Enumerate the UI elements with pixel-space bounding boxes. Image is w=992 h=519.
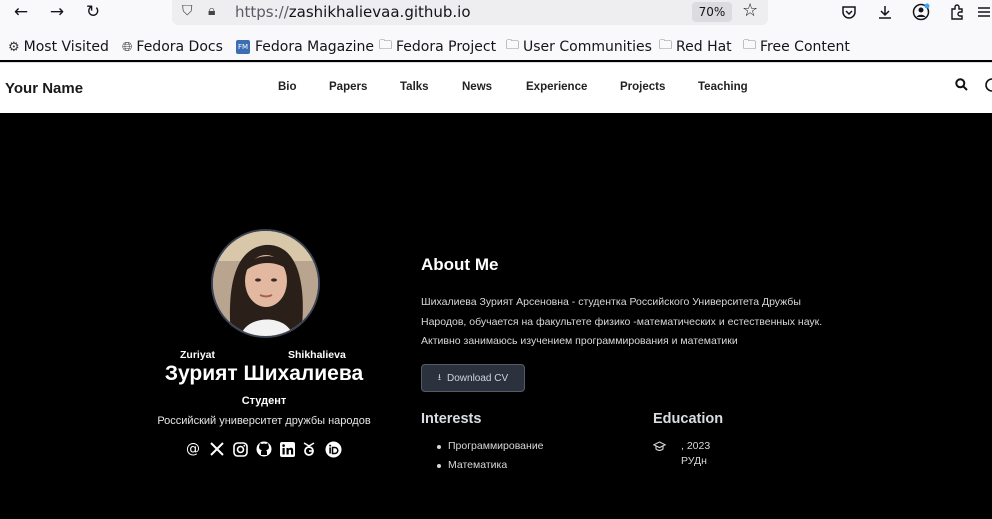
back-arrow-icon[interactable]: ← xyxy=(8,0,34,24)
download-cv-label: Download CV xyxy=(447,372,509,384)
folder-icon: 🗀 xyxy=(506,38,520,53)
interests-heading: Interests xyxy=(421,411,482,427)
nav-item-talks[interactable]: Talks xyxy=(400,81,429,93)
nav-item-bio[interactable]: Bio xyxy=(278,81,297,93)
bookmark-fedora-project[interactable]: 🗀 Fedora Project xyxy=(379,38,496,56)
shield-icon[interactable]: ⛉ xyxy=(182,3,193,19)
bio-line: Активно занимаюсь изучением программиров… xyxy=(421,335,738,347)
interest-item: Математика xyxy=(436,459,508,471)
browser-toolbar: ← → ↻ ⛉ 🔒︎ https://zashikhalievaa.github… xyxy=(0,0,992,26)
nav-item-projects[interactable]: Projects xyxy=(620,81,665,93)
folder-icon: 🗀 xyxy=(659,38,673,53)
nav-item-news[interactable]: News xyxy=(462,81,492,93)
url-host: zashikhalievaa.github.io xyxy=(288,3,471,21)
bookmark-label: Fedora Docs xyxy=(136,39,223,55)
globe-icon: 🌐︎ xyxy=(122,39,133,55)
last-name-latin: Shikhalieva xyxy=(288,349,346,361)
address-bar[interactable]: ⛉ 🔒︎ https://zashikhalievaa.github.io 70… xyxy=(172,0,768,25)
bookmark-fedora-magazine[interactable]: FM Fedora Magazine xyxy=(236,38,374,56)
forward-arrow-icon[interactable]: → xyxy=(44,0,70,24)
bookmarks-bar: ⚙ Most Visited 🌐︎ Fedora Docs FM Fedora Mag… xyxy=(0,34,992,60)
profile-organization: Российский университет дружбы народов xyxy=(157,415,371,427)
site-brand[interactable]: Your Name xyxy=(5,80,83,97)
bio-line: Народов, обучается на факультете физико … xyxy=(421,315,823,328)
bookmark-label: Free Content xyxy=(760,39,850,55)
site-navbar: Your Name Bio Papers Talks News Experien… xyxy=(0,63,992,113)
nav-item-papers[interactable]: Papers xyxy=(329,81,367,93)
fedora-magazine-icon: FM xyxy=(236,40,250,54)
avatar xyxy=(211,229,320,338)
gear-icon: ⚙ xyxy=(8,39,20,55)
education-year: , 2023 xyxy=(681,440,711,452)
bookmark-user-communities[interactable]: 🗀 User Communities xyxy=(506,38,652,56)
bookmark-label: Fedora Project xyxy=(396,39,497,55)
downloads-icon[interactable] xyxy=(872,0,898,24)
zoom-level-button[interactable]: 70% xyxy=(692,2,732,22)
extensions-icon[interactable] xyxy=(944,0,970,24)
first-name-latin: Zuriyat xyxy=(180,349,216,361)
about-heading: About Me xyxy=(421,255,499,274)
bookmark-label: User Communities xyxy=(523,39,652,55)
download-cv-button[interactable]: ⭳ Download CV xyxy=(421,364,525,392)
bookmark-most-visited[interactable]: ⚙ Most Visited xyxy=(8,38,109,56)
nav-item-experience[interactable]: Experience xyxy=(526,81,587,93)
x-twitter-icon[interactable] xyxy=(208,440,226,458)
profile-role: Студент xyxy=(241,395,287,407)
bio-line: Шихалиева Зурият Арсеновна - студентка Р… xyxy=(421,296,801,308)
theme-toggle-icon[interactable] xyxy=(984,78,992,96)
search-icon[interactable] xyxy=(955,78,968,95)
about-bio: Шихалиева Зурият Арсеновна - студентка Р… xyxy=(421,293,891,352)
reload-icon[interactable]: ↻ xyxy=(80,0,106,24)
toolbar-spacer xyxy=(0,26,992,34)
graduation-cap-icon xyxy=(652,441,667,455)
nav-item-teaching[interactable]: Teaching xyxy=(698,81,748,93)
folder-icon: 🗀 xyxy=(743,38,757,53)
education-institution: РУДн xyxy=(681,455,707,467)
lock-icon[interactable]: 🔒︎ xyxy=(208,3,215,19)
bookmark-red-hat[interactable]: 🗀 Red Hat xyxy=(659,38,732,56)
bookmark-star-icon[interactable]: ☆ xyxy=(742,0,758,21)
url-prefix: https:// xyxy=(235,3,289,21)
pocket-icon[interactable] xyxy=(836,0,862,24)
instagram-icon[interactable] xyxy=(231,440,249,458)
url-text[interactable]: https://zashikhalievaa.github.io xyxy=(235,3,471,21)
linkedin-icon[interactable] xyxy=(278,440,296,458)
email-icon[interactable]: @ xyxy=(184,440,202,458)
bookmark-label: Most Visited xyxy=(23,39,109,55)
bookmark-label: Red Hat xyxy=(676,39,732,55)
profile-name: Зурият Шихалиева xyxy=(164,362,364,385)
account-icon[interactable] xyxy=(908,0,934,24)
bookmark-free-content[interactable]: 🗀 Free Content xyxy=(743,38,850,56)
bookmark-fedora-docs[interactable]: 🌐︎ Fedora Docs xyxy=(122,38,223,56)
bookmark-label: Fedora Magazine xyxy=(255,39,374,55)
menu-icon[interactable] xyxy=(978,0,992,24)
interest-item: Программирование xyxy=(437,440,544,452)
folder-icon: 🗀 xyxy=(379,38,393,53)
github-icon[interactable] xyxy=(255,440,273,458)
education-heading: Education xyxy=(653,411,724,427)
google-scholar-icon[interactable] xyxy=(300,440,318,458)
download-icon: ⭳ xyxy=(437,373,441,383)
orcid-icon[interactable] xyxy=(324,440,342,458)
